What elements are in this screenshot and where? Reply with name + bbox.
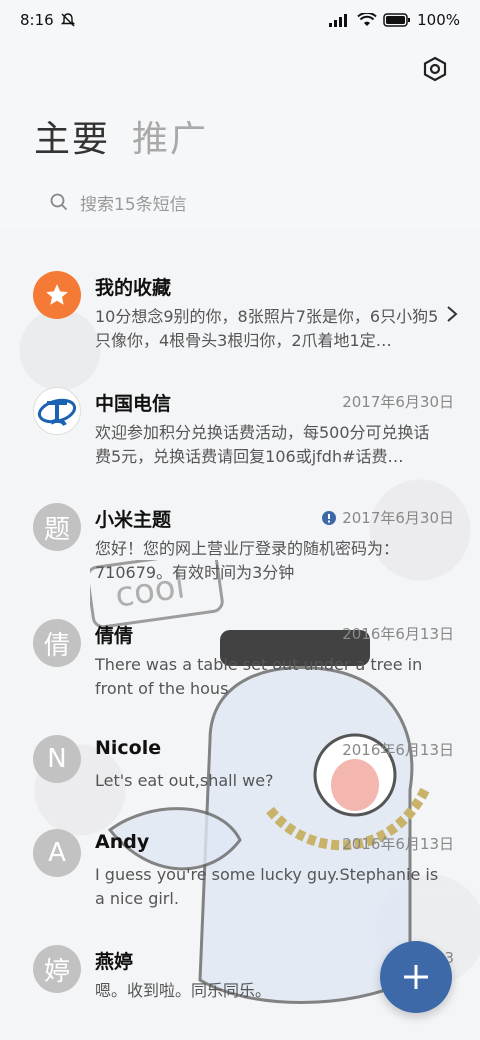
notifications-off-icon — [60, 13, 75, 27]
compose-button[interactable] — [380, 941, 452, 1013]
alert-icon — [322, 510, 337, 525]
conversation-name: 燕婷 — [95, 951, 134, 973]
favorites-avatar — [33, 271, 81, 319]
signal-icon — [329, 14, 348, 27]
conversation-date: 2016年6月13日 — [342, 739, 454, 760]
conversation-preview: 10分想念9别的你，8张照片7张是你，6只小狗5只像你，4根骨头3根归你，2爪着… — [95, 307, 439, 350]
contact-avatar: A — [33, 829, 81, 877]
conversation-item[interactable]: 我的收藏 10分想念9别的你，8张照片7张是你，6只小狗5只像你，4根骨头3根归… — [0, 255, 480, 371]
conversation-name: Andy — [95, 831, 150, 853]
conversation-name: 小米主题 — [95, 509, 172, 531]
wifi-icon — [357, 13, 377, 26]
conversation-list: 我的收藏 10分想念9别的你，8张照片7张是你，6只小狗5只像你，4根骨头3根归… — [0, 255, 480, 1019]
star-icon — [46, 284, 68, 305]
conversation-item[interactable]: 题 小米主题 2017年6月30日 您好！您的网上营业厅登录的随机密码为：710… — [0, 487, 480, 603]
category-tabs: 主要 推广 — [34, 110, 208, 162]
status-bar: 8:16 100% — [0, 0, 480, 40]
conversation-item[interactable]: A Andy 2016年6月13日 I guess you're some lu… — [0, 813, 480, 929]
conversation-name: 中国电信 — [95, 393, 172, 415]
date-text: 2017年6月30日 — [342, 509, 454, 527]
conversation-item[interactable]: 倩 倩倩 2016年6月13日 There was a table set ou… — [0, 603, 480, 719]
contact-avatar: 婷 — [33, 945, 81, 993]
plus-icon — [404, 965, 428, 989]
conversation-item[interactable]: 中国电信 2017年6月30日 欢迎参加积分兑换话费活动，每500分可兑换话费5… — [0, 371, 480, 487]
tab-promotions[interactable]: 推广 — [132, 110, 208, 162]
contact-avatar: N — [33, 735, 81, 783]
conversation-preview: 您好！您的网上营业厅登录的随机密码为：710679。有效时间为3分钟 — [95, 539, 400, 582]
conversation-date: 2016年6月13日 — [342, 623, 454, 644]
date-text: 2016年6月13日 — [342, 625, 454, 643]
settings-button[interactable] — [420, 54, 450, 84]
search-bar[interactable]: 搜索15条短信 — [30, 180, 450, 224]
china-telecom-avatar — [33, 387, 81, 435]
chevron-right-icon — [447, 306, 458, 322]
conversation-date: 2017年6月30日 — [342, 391, 454, 412]
china-telecom-logo-icon — [37, 398, 77, 427]
date-text: 2016年6月13日 — [342, 835, 454, 853]
battery-icon — [383, 13, 411, 27]
settings-hexagon-icon — [423, 56, 447, 82]
conversation-preview: There was a table set out under a tree i… — [95, 655, 423, 698]
conversation-name: 我的收藏 — [95, 277, 172, 299]
battery-percent: 100% — [417, 11, 460, 29]
tab-primary[interactable]: 主要 — [34, 110, 110, 162]
contact-avatar: 倩 — [33, 619, 81, 667]
search-placeholder: 搜索15条短信 — [80, 194, 187, 215]
status-time: 8:16 — [20, 11, 54, 29]
conversation-preview: I guess you're some lucky guy.Stephanie … — [95, 865, 439, 908]
date-text: 2016年6月13日 — [342, 741, 454, 759]
conversation-name: Nicole — [95, 737, 162, 759]
conversation-item[interactable]: N Nicole 2016年6月13日 Let's eat out,shall … — [0, 719, 480, 813]
date-text: 2017年6月30日 — [342, 393, 454, 411]
conversation-preview: 欢迎参加积分兑换话费活动，每500分可兑换话费5元，兑换话费请回复106或jfd… — [95, 423, 430, 466]
conversation-date: 2017年6月30日 — [322, 507, 454, 528]
conversation-preview: Let's eat out,shall we? — [95, 771, 274, 790]
conversation-name: 倩倩 — [95, 625, 134, 647]
search-icon — [50, 193, 68, 211]
conversation-date: 2016年6月13日 — [342, 833, 454, 854]
contact-avatar: 题 — [33, 503, 81, 551]
